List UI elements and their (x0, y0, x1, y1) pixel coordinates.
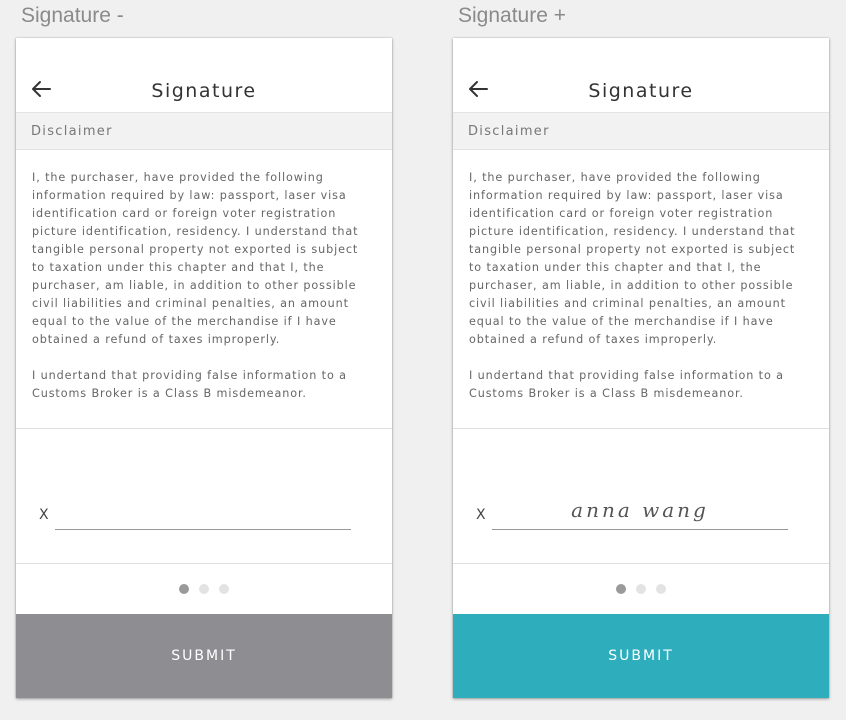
divider (16, 428, 392, 429)
panel-caption: Signature - (21, 4, 124, 27)
page-title: Signature (588, 80, 694, 102)
panel-caption: Signature + (458, 4, 566, 27)
divider (453, 428, 829, 429)
pagination (16, 584, 392, 594)
signature-screen-empty: Signature Disclaimer I, the purchaser, h… (16, 38, 392, 698)
pagination-dot[interactable] (636, 584, 646, 594)
page-title: Signature (151, 80, 257, 102)
submit-button[interactable]: SUBMIT (16, 614, 392, 698)
signature-field[interactable] (55, 498, 351, 526)
signature-line (492, 529, 788, 530)
disclaimer-paragraph: I undertand that providing false informa… (32, 369, 347, 400)
pagination-dot[interactable] (219, 584, 229, 594)
section-label: Disclaimer (468, 124, 550, 139)
signature-line (55, 529, 351, 530)
app-header: Signature (453, 38, 829, 113)
section-header: Disclaimer (16, 113, 392, 150)
pagination-dot[interactable] (616, 584, 626, 594)
disclaimer-text: I, the purchaser, have provided the foll… (32, 169, 372, 414)
disclaimer-text: I, the purchaser, have provided the foll… (469, 169, 809, 414)
section-label: Disclaimer (31, 124, 113, 139)
signature-prefix: X (39, 507, 49, 523)
submit-button[interactable]: SUBMIT (453, 614, 829, 698)
disclaimer-paragraph: I, the purchaser, have provided the foll… (32, 171, 359, 346)
signature-field[interactable]: anna wang (492, 498, 788, 526)
divider (16, 563, 392, 564)
signature-screen-signed: Signature Disclaimer I, the purchaser, h… (453, 38, 829, 698)
disclaimer-paragraph: I, the purchaser, have provided the foll… (469, 171, 796, 346)
pagination-dot[interactable] (199, 584, 209, 594)
disclaimer-paragraph: I undertand that providing false informa… (469, 369, 784, 400)
pagination-dot[interactable] (656, 584, 666, 594)
pagination (453, 584, 829, 594)
signature-prefix: X (476, 507, 486, 523)
divider (453, 563, 829, 564)
pagination-dot[interactable] (179, 584, 189, 594)
app-header: Signature (16, 38, 392, 113)
section-header: Disclaimer (453, 113, 829, 150)
